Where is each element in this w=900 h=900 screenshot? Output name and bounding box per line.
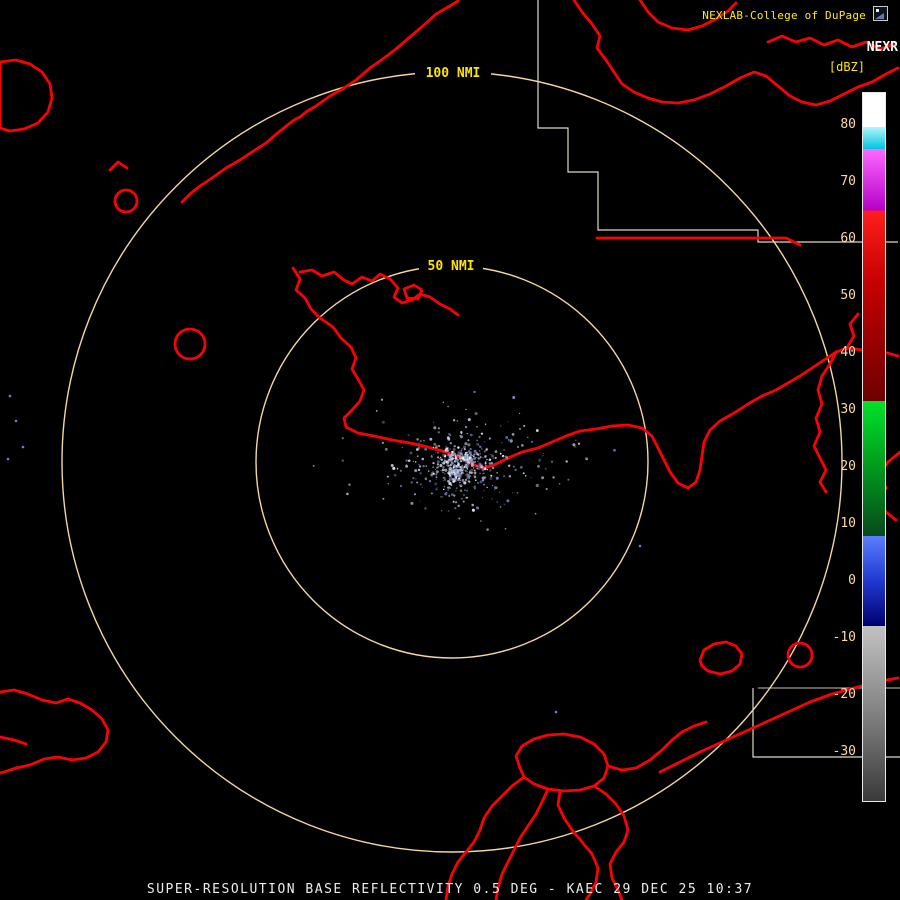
ring-labels: 100 NMI 50 NMI — [415, 64, 491, 274]
tick-30: 30 — [818, 402, 856, 418]
tick-0: 0 — [818, 573, 856, 589]
tick-20: 20 — [818, 459, 856, 475]
radar-display: 100 NMI 50 NMI NEXLAB-College of DuPage … — [0, 0, 900, 900]
icon-dot — [876, 9, 879, 12]
tick-10: 10 — [818, 516, 856, 532]
tick-n20: -20 — [818, 687, 856, 703]
broken-image-icon — [873, 6, 888, 21]
tick-n30: -30 — [818, 744, 856, 760]
tick-40: 40 — [818, 345, 856, 361]
outer-ring-label: 100 NMI — [426, 66, 481, 81]
reflectivity-colorbar — [862, 92, 886, 802]
echo-layer — [7, 391, 642, 714]
nexlab-brand-text: NEXLAB-College of DuPage — [702, 9, 866, 22]
tick-60: 60 — [818, 231, 856, 247]
icon-slope — [875, 13, 884, 19]
tick-80: 80 — [818, 117, 856, 133]
tick-n10: -10 — [818, 630, 856, 646]
status-bar: SUPER-RESOLUTION BASE REFLECTIVITY 0.5 D… — [0, 882, 900, 897]
tick-70: 70 — [818, 174, 856, 190]
tick-50: 50 — [818, 288, 856, 304]
colorbar-units: [dBZ] — [829, 60, 865, 74]
inner-ring-label: 50 NMI — [428, 259, 475, 274]
radar-map: 100 NMI 50 NMI — [0, 0, 900, 900]
colorbar-title: NEXR — [867, 40, 898, 55]
